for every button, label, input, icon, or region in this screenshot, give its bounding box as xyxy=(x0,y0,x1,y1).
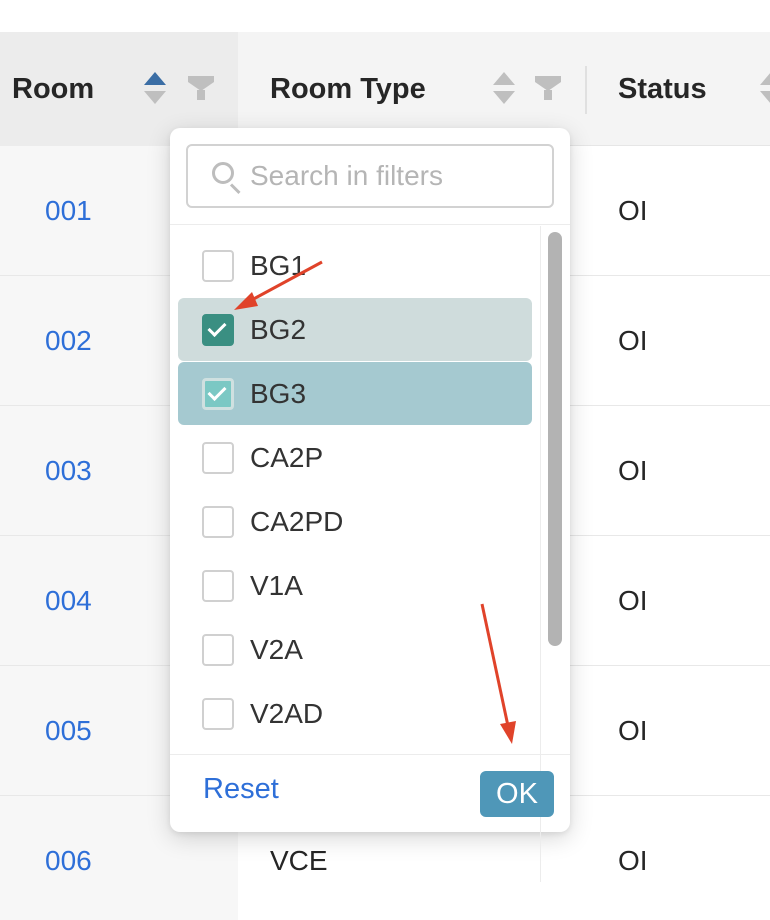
sort-descending-icon xyxy=(760,91,770,104)
sort-descending-icon xyxy=(144,91,166,104)
filter-option-bg1[interactable]: BG1 xyxy=(178,234,532,297)
filter-dropdown: BG1 BG2 BG3 CA2P CA2PD V1A V2A V2AD xyxy=(170,128,570,882)
room-type-sort-icon[interactable] xyxy=(493,72,515,106)
option-label: BG1 xyxy=(250,249,307,281)
sort-ascending-icon xyxy=(760,72,770,85)
option-label: BG2 xyxy=(250,313,307,345)
scrollbar-thumb[interactable] xyxy=(548,232,562,646)
status-sort-icon[interactable] xyxy=(760,72,770,106)
room-link[interactable]: 005 xyxy=(45,666,92,796)
filter-search-box[interactable] xyxy=(186,144,554,208)
room-link[interactable]: 001 xyxy=(45,146,92,276)
room-type-filter-icon[interactable] xyxy=(535,76,561,102)
column-header-room[interactable]: Room xyxy=(12,32,94,146)
divider xyxy=(170,224,570,225)
top-margin xyxy=(0,0,770,32)
option-label: CA2PD xyxy=(250,505,344,537)
checkbox[interactable] xyxy=(202,570,234,602)
check-icon xyxy=(207,381,227,402)
checkbox[interactable] xyxy=(202,250,234,282)
sort-descending-icon xyxy=(493,91,515,104)
option-label: CA2P xyxy=(250,441,324,473)
status-cell: OI xyxy=(618,715,648,746)
filter-option-v1a[interactable]: V1A xyxy=(178,554,532,617)
ok-button[interactable]: OK xyxy=(480,771,554,817)
option-label: V1A xyxy=(250,569,303,601)
checkbox[interactable] xyxy=(202,506,234,538)
filter-options-list: BG1 BG2 BG3 CA2P CA2PD V1A V2A V2AD xyxy=(178,234,532,754)
room-filter-icon[interactable] xyxy=(188,76,214,102)
room-link[interactable]: 003 xyxy=(45,406,92,536)
column-header-status[interactable]: Status xyxy=(618,32,707,146)
filter-option-v2ad[interactable]: V2AD xyxy=(178,682,532,745)
status-cell: OI xyxy=(618,585,648,616)
status-cell: OI xyxy=(618,195,648,226)
column-divider xyxy=(585,66,587,114)
sort-ascending-icon xyxy=(493,72,515,85)
status-cell: OI xyxy=(618,325,648,356)
option-label: V2A xyxy=(250,633,303,665)
filter-option-v2a[interactable]: V2A xyxy=(178,618,532,681)
filter-option-bg2[interactable]: BG2 xyxy=(178,298,532,361)
checkbox[interactable] xyxy=(202,634,234,666)
option-label: BG3 xyxy=(250,377,307,409)
room-sort-icon[interactable] xyxy=(144,72,166,106)
room-link[interactable]: 002 xyxy=(45,276,92,406)
sort-ascending-icon xyxy=(144,72,166,85)
filter-footer: Reset OK xyxy=(170,754,570,832)
status-cell: OI xyxy=(618,455,648,486)
filter-search-input[interactable] xyxy=(250,146,550,206)
filter-option-ca2pd[interactable]: CA2PD xyxy=(178,490,532,553)
filter-option-bg3[interactable]: BG3 xyxy=(178,362,532,425)
search-icon xyxy=(212,162,244,195)
status-cell: OI xyxy=(618,845,648,876)
checkbox[interactable] xyxy=(202,442,234,474)
option-label: V2AD xyxy=(250,697,324,729)
check-icon xyxy=(207,317,227,338)
checkbox-checked[interactable] xyxy=(202,378,234,410)
checkbox-checked[interactable] xyxy=(202,314,234,346)
filter-option-ca2p[interactable]: CA2P xyxy=(178,426,532,489)
room-link[interactable]: 004 xyxy=(45,536,92,666)
room-link[interactable]: 006 xyxy=(45,796,92,920)
checkbox[interactable] xyxy=(202,698,234,730)
reset-button[interactable]: Reset xyxy=(203,773,279,806)
